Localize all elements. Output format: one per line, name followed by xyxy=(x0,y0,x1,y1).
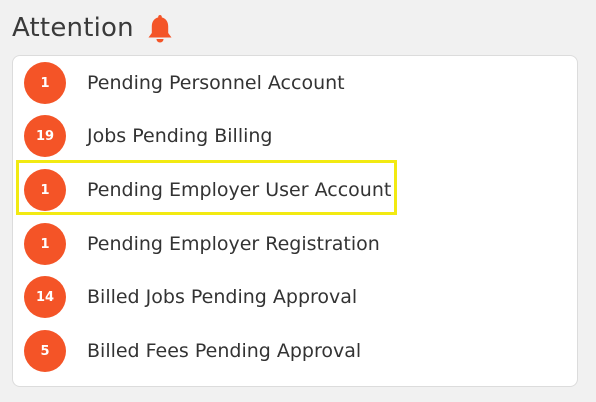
attention-item-jobs-pending-billing[interactable]: 19 Jobs Pending Billing xyxy=(13,109,573,163)
bell-icon xyxy=(146,11,174,45)
attention-item-billed-fees-pending-approval[interactable]: 5 Billed Fees Pending Approval xyxy=(13,324,573,378)
section-title: Attention xyxy=(12,13,134,43)
count-badge: 1 xyxy=(24,62,66,104)
count-badge: 1 xyxy=(24,169,66,211)
attention-item-label[interactable]: Jobs Pending Billing xyxy=(87,125,272,147)
section-header: Attention xyxy=(12,11,174,45)
count-badge: 19 xyxy=(24,115,66,157)
attention-item-label[interactable]: Pending Employer User Account xyxy=(87,179,391,201)
attention-item-billed-jobs-pending-approval[interactable]: 14 Billed Jobs Pending Approval xyxy=(13,270,573,324)
attention-panel: 1 Pending Personnel Account 19 Jobs Pend… xyxy=(12,55,578,387)
attention-item-label[interactable]: Billed Jobs Pending Approval xyxy=(87,286,357,308)
attention-item-label[interactable]: Pending Employer Registration xyxy=(87,233,380,255)
attention-item-label[interactable]: Billed Fees Pending Approval xyxy=(87,340,361,362)
attention-item-pending-employer-user-account[interactable]: 1 Pending Employer User Account xyxy=(13,163,573,217)
count-badge: 14 xyxy=(24,276,66,318)
attention-item-pending-personnel-account[interactable]: 1 Pending Personnel Account xyxy=(13,56,573,110)
count-badge: 5 xyxy=(24,330,66,372)
attention-item-label[interactable]: Pending Personnel Account xyxy=(87,72,345,94)
attention-item-pending-employer-registration[interactable]: 1 Pending Employer Registration xyxy=(13,217,573,271)
count-badge: 1 xyxy=(24,223,66,265)
